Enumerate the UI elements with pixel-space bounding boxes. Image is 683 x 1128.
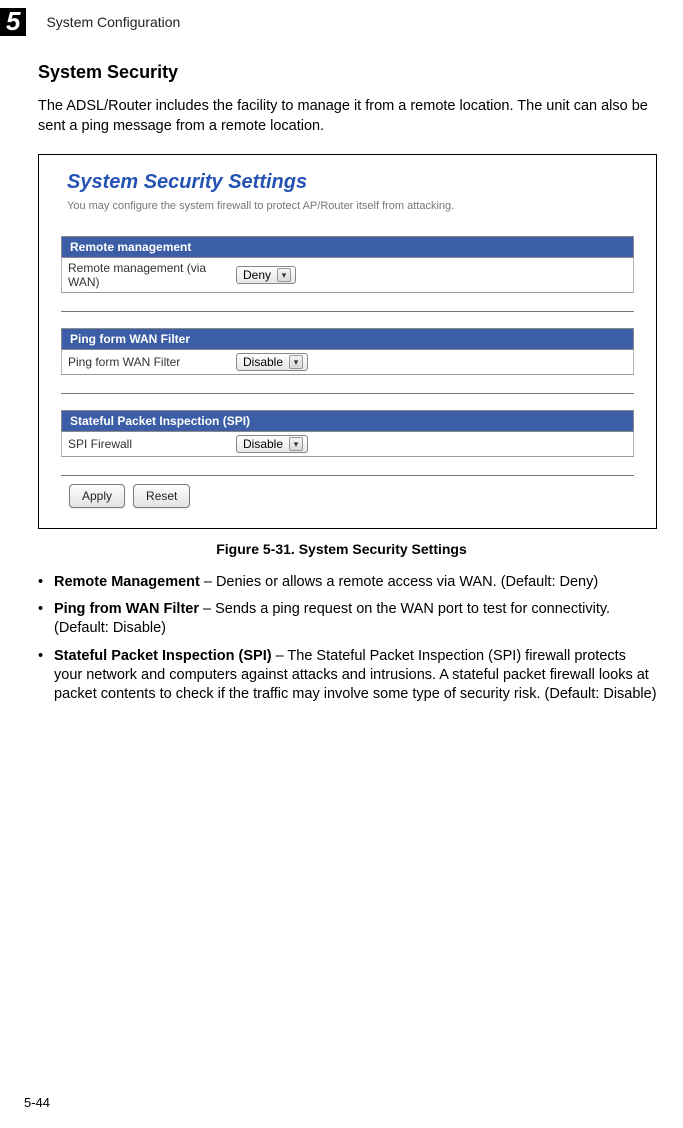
chapter-title: System Configuration [46, 14, 180, 30]
remote-management-header: Remote management [61, 236, 634, 258]
chevron-down-icon: ▾ [289, 437, 303, 451]
ping-wan-row: Ping form WAN Filter Disable ▾ [61, 350, 634, 375]
screenshot-figure: System Security Settings You may configu… [38, 154, 657, 529]
ping-wan-select-value: Disable [243, 355, 283, 369]
bullet-marker: • [38, 600, 54, 638]
bullet-lead: Remote Management [54, 574, 200, 590]
chapter-number-box: 5 [0, 8, 26, 36]
divider [61, 475, 634, 476]
bullet-rest: – Denies or allows a remote access via W… [200, 574, 598, 590]
list-item: • Remote Management – Denies or allows a… [38, 573, 657, 592]
ping-wan-select[interactable]: Disable ▾ [236, 353, 308, 371]
figure-caption: Figure 5-31. System Security Settings [0, 541, 683, 557]
chevron-down-icon: ▾ [277, 268, 291, 282]
apply-button[interactable]: Apply [69, 484, 125, 508]
intro-paragraph: The ADSL/Router includes the facility to… [38, 97, 657, 136]
page-header: 5 System Configuration [0, 0, 683, 42]
spi-row: SPI Firewall Disable ▾ [61, 432, 634, 457]
bullet-lead: Ping from WAN Filter [54, 601, 199, 617]
bullet-marker: • [38, 573, 54, 592]
bullet-list: • Remote Management – Denies or allows a… [38, 573, 657, 704]
reset-button[interactable]: Reset [133, 484, 190, 508]
divider [61, 311, 634, 312]
divider [61, 393, 634, 394]
spi-header: Stateful Packet Inspection (SPI) [61, 410, 634, 432]
list-item: • Ping from WAN Filter – Sends a ping re… [38, 600, 657, 638]
list-item: • Stateful Packet Inspection (SPI) – The… [38, 647, 657, 704]
spi-label: SPI Firewall [68, 437, 236, 451]
bullet-lead: Stateful Packet Inspection (SPI) [54, 648, 272, 664]
spi-section: Stateful Packet Inspection (SPI) SPI Fir… [61, 410, 634, 457]
bullet-marker: • [38, 647, 54, 704]
ping-wan-label: Ping form WAN Filter [68, 355, 236, 369]
page-number: 5-44 [24, 1095, 50, 1110]
ping-wan-section: Ping form WAN Filter Ping form WAN Filte… [61, 328, 634, 375]
chevron-down-icon: ▾ [289, 355, 303, 369]
screenshot-title: System Security Settings [67, 171, 642, 194]
remote-management-section: Remote management Remote management (via… [61, 236, 634, 293]
remote-management-select[interactable]: Deny ▾ [236, 266, 296, 284]
spi-select-value: Disable [243, 437, 283, 451]
section-heading: System Security [38, 62, 683, 83]
remote-management-row: Remote management (via WAN) Deny ▾ [61, 258, 634, 293]
ping-wan-header: Ping form WAN Filter [61, 328, 634, 350]
remote-management-select-value: Deny [243, 268, 271, 282]
spi-select[interactable]: Disable ▾ [236, 435, 308, 453]
button-row: Apply Reset [69, 484, 642, 508]
screenshot-subtext: You may configure the system firewall to… [67, 200, 642, 212]
remote-management-label: Remote management (via WAN) [68, 261, 236, 289]
